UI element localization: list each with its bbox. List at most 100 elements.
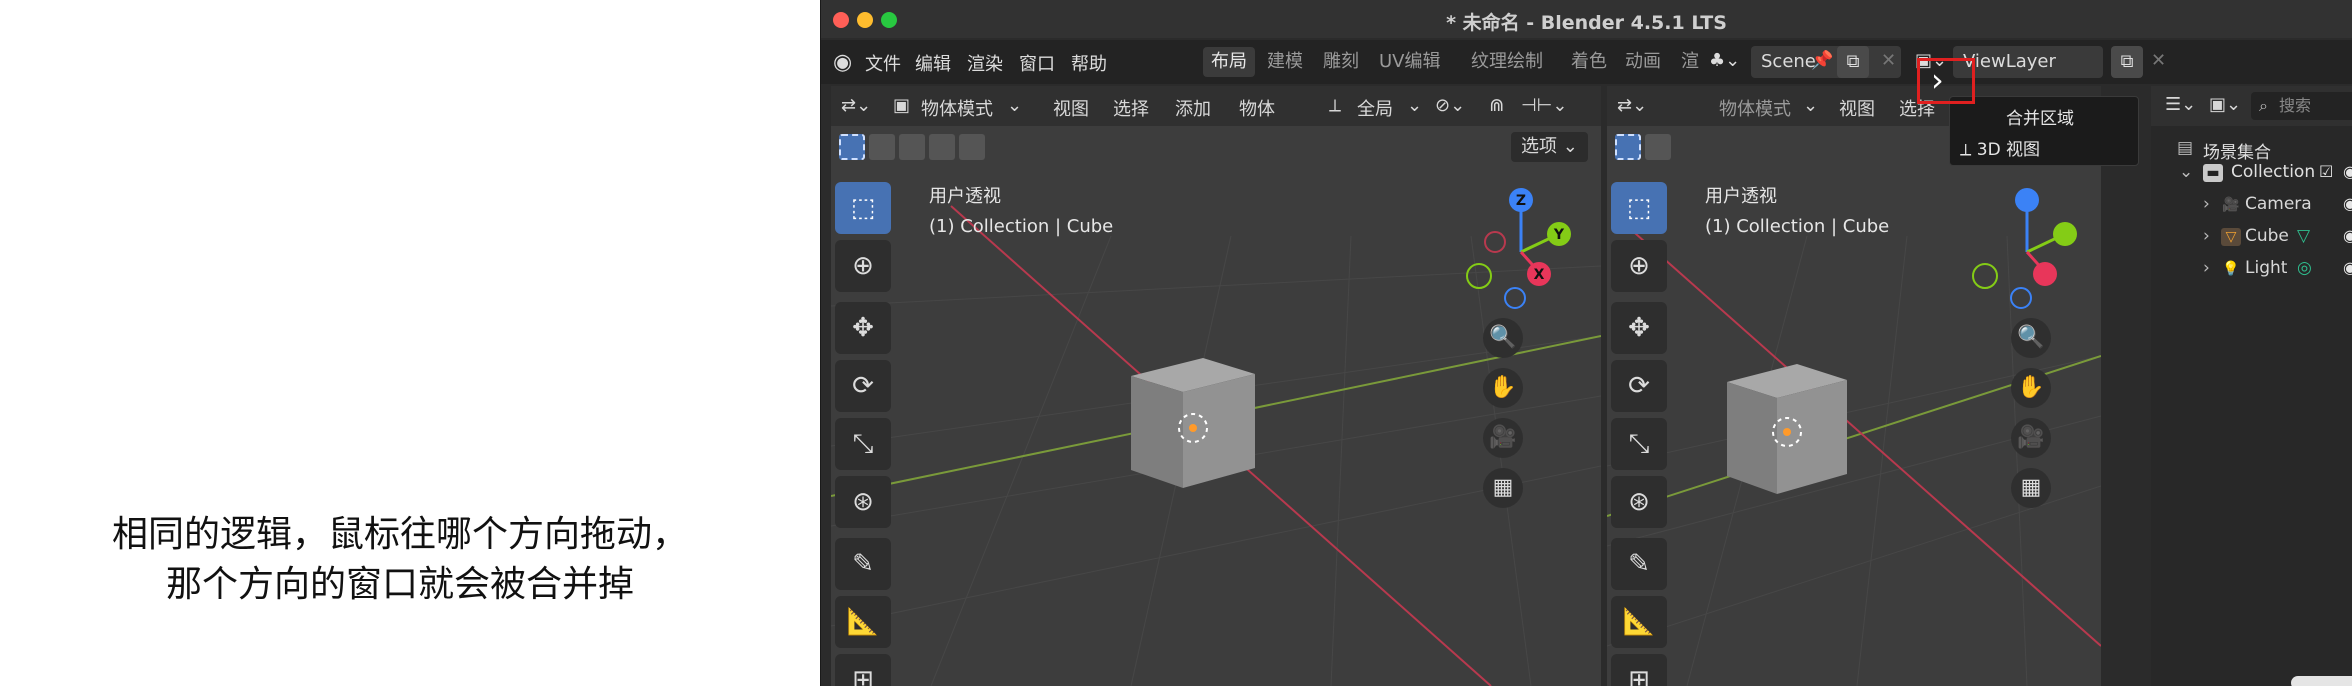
scene-collection-row[interactable]: ▤ 场景集合 [2151, 138, 2352, 163]
visibility-eye-icon[interactable]: ◉ [2343, 194, 2352, 213]
outliner-row-cube[interactable]: › ▽ Cube ▽ ◉ [2151, 226, 2352, 248]
menu-window[interactable]: 窗口 [1019, 50, 1055, 76]
camera-view-icon-right[interactable]: 🎥 [2011, 418, 2051, 458]
tab-sculpting[interactable]: 雕刻 [1315, 47, 1367, 77]
select-intersect-icon[interactable] [959, 134, 985, 160]
menu-file[interactable]: 文件 [865, 50, 901, 76]
mode-chevron-icon: ⌄ [1007, 95, 1023, 116]
menu-render[interactable]: 渲染 [967, 50, 1003, 76]
mode-selector-right[interactable]: 物体模式 [1719, 95, 1791, 121]
navigation-gizmo-right[interactable] [1967, 182, 2087, 312]
editor-type-icon[interactable]: ⇄⌄ [841, 95, 871, 116]
select-invert-icon[interactable] [929, 134, 955, 160]
outliner-row-light[interactable]: › 💡 Light ◎ ◉ [2151, 258, 2352, 280]
pin-icon[interactable]: 📌 [1811, 50, 1833, 71]
annotate-tool-icon-right[interactable]: ✎ [1611, 538, 1667, 590]
transform-tool-icon-right[interactable]: ⊛ [1611, 476, 1667, 528]
mode-selector[interactable]: 物体模式 [921, 95, 993, 121]
viewport-left[interactable]: ⇄⌄ ▣ 物体模式 ⌄ 视图 选择 添加 物体 ⟂ 全局 ⌄ ⊘⌄ ⋒ ⊣⊢⌄ [831, 86, 1601, 686]
drag-highlight-box [1917, 58, 1975, 104]
delete-viewlayer-icon[interactable]: ✕ [2151, 50, 2166, 71]
menu-view[interactable]: 视图 [1053, 95, 1089, 121]
visibility-eye-icon[interactable]: ◉ [2343, 258, 2352, 277]
pan-view-icon[interactable]: ✋ [1483, 368, 1523, 408]
transform-orientation-icon: ⟂ [1329, 95, 1342, 116]
options-dropdown[interactable]: 选项 ⌄ [1511, 132, 1588, 162]
move-tool-icon-right[interactable]: ✥ [1611, 302, 1667, 354]
cube-mesh[interactable] [1131, 358, 1255, 488]
ortho-toggle-icon[interactable]: ▦ [1483, 468, 1523, 508]
expand-chevron-icon[interactable]: ⌄ [2179, 162, 2193, 182]
snap-icon[interactable]: ⋒ [1489, 95, 1504, 116]
scene-selector-icon[interactable]: ♣⌄ [1709, 50, 1740, 71]
outliner-editor-type-icon[interactable]: ☰⌄ [2165, 94, 2196, 115]
tool-shelf-left: ⬚ ⊕ ✥ ⟳ ⤡ ⊛ ✎ 📐 ⊞ [835, 182, 891, 686]
select-extend-icon[interactable] [869, 134, 895, 160]
rotate-tool-icon[interactable]: ⟳ [835, 360, 891, 412]
collection-info-right: (1) Collection | Cube [1705, 216, 1890, 237]
menu-edit[interactable]: 编辑 [915, 50, 951, 76]
add-cube-tool-icon-right[interactable]: ⊞ [1611, 654, 1667, 686]
menu-view-right[interactable]: 视图 [1839, 95, 1875, 121]
menu-object[interactable]: 物体 [1239, 95, 1275, 121]
add-cube-tool-icon[interactable]: ⊞ [835, 654, 891, 686]
mesh-icon: ▽ [2221, 228, 2241, 246]
zoom-view-icon[interactable]: 🔍 [1483, 318, 1523, 358]
rotate-tool-icon-right[interactable]: ⟳ [1611, 360, 1667, 412]
expand-chevron-icon[interactable]: › [2203, 194, 2210, 214]
expand-chevron-icon[interactable]: › [2203, 226, 2210, 246]
svg-text:Z: Z [1516, 193, 1526, 209]
proportional-edit-icon[interactable]: ⊣⊢⌄ [1521, 95, 1567, 116]
editor-type-icon-right[interactable]: ⇄⌄ [1617, 95, 1647, 116]
menu-select[interactable]: 选择 [1113, 95, 1149, 121]
select-extend-icon-right[interactable] [1645, 134, 1671, 160]
select-box-tool-icon-right[interactable]: ⬚ [1611, 182, 1667, 234]
tab-layout[interactable]: 布局 [1203, 47, 1255, 77]
camera-view-icon[interactable]: 🎥 [1483, 418, 1523, 458]
measure-tool-icon-right[interactable]: 📐 [1611, 596, 1667, 648]
zoom-view-icon-right[interactable]: 🔍 [2011, 318, 2051, 358]
blender-logo-icon[interactable]: ◉ [833, 50, 852, 75]
exclude-checkbox-icon[interactable]: ☑ [2319, 162, 2333, 181]
pan-view-icon-right[interactable]: ✋ [2011, 368, 2051, 408]
select-box-tool-icon[interactable]: ⬚ [835, 182, 891, 234]
tab-rendering[interactable]: 渲 [1673, 47, 1707, 77]
annotate-tool-icon[interactable]: ✎ [835, 538, 891, 590]
scale-tool-icon[interactable]: ⤡ [835, 418, 891, 470]
tab-animation[interactable]: 动画 [1617, 47, 1669, 77]
ortho-toggle-icon-right[interactable]: ▦ [2011, 468, 2051, 508]
expand-chevron-icon[interactable]: › [2203, 258, 2210, 278]
tab-modeling[interactable]: 建模 [1259, 47, 1311, 77]
select-new-icon-right[interactable] [1615, 134, 1641, 160]
outliner-row-collection[interactable]: ⌄ ▬ Collection ☑ ◉ [2151, 162, 2352, 184]
cursor-tool-icon[interactable]: ⊕ [835, 240, 891, 292]
pivot-point-icon[interactable]: ⊘⌄ [1435, 95, 1465, 116]
tab-texture-paint[interactable]: 纹理绘制 [1463, 47, 1551, 77]
join-direction-arrow-icon[interactable]: › [1931, 62, 1944, 98]
new-scene-button[interactable]: ⧉ [1837, 46, 1869, 78]
outliner-header: ☰⌄ ▣⌄ ⌕ 搜索 [2151, 86, 2352, 126]
scale-tool-icon-right[interactable]: ⤡ [1611, 418, 1667, 470]
delete-scene-icon[interactable]: ✕ [1881, 50, 1896, 71]
move-tool-icon[interactable]: ✥ [835, 302, 891, 354]
visibility-eye-icon[interactable]: ◉ [2343, 226, 2352, 245]
light-icon: 💡 [2222, 261, 2240, 277]
viewport-right[interactable]: ⇄⌄ 物体模式 ⌄ 视图 选择 添 选项 ⌄ ⬚ ⊕ ✥ ⟳ ⤡ ⊛ [1607, 86, 2101, 686]
viewlayer-field[interactable]: ViewLayer [1953, 46, 2103, 78]
outliner-row-camera[interactable]: › 🎥 Camera ◉ [2151, 194, 2352, 216]
select-subtract-icon[interactable] [899, 134, 925, 160]
navigation-gizmo[interactable]: Z Y X [1461, 182, 1581, 312]
transform-orientation[interactable]: 全局 [1357, 95, 1393, 121]
cursor-tool-icon-right[interactable]: ⊕ [1611, 240, 1667, 292]
visibility-eye-icon[interactable]: ◉ [2343, 162, 2352, 181]
tab-shading[interactable]: 着色 [1563, 47, 1615, 77]
tab-uv-editing[interactable]: UV编辑 [1371, 47, 1449, 77]
select-new-icon[interactable] [839, 134, 865, 160]
measure-tool-icon[interactable]: 📐 [835, 596, 891, 648]
display-mode-icon[interactable]: ▣⌄ [2209, 94, 2241, 115]
transform-tool-icon[interactable]: ⊛ [835, 476, 891, 528]
new-viewlayer-button[interactable]: ⧉ [2111, 46, 2143, 78]
menu-add[interactable]: 添加 [1175, 95, 1211, 121]
menu-help[interactable]: 帮助 [1071, 50, 1107, 76]
outliner-search-input[interactable]: ⌕ 搜索 [2251, 92, 2352, 120]
